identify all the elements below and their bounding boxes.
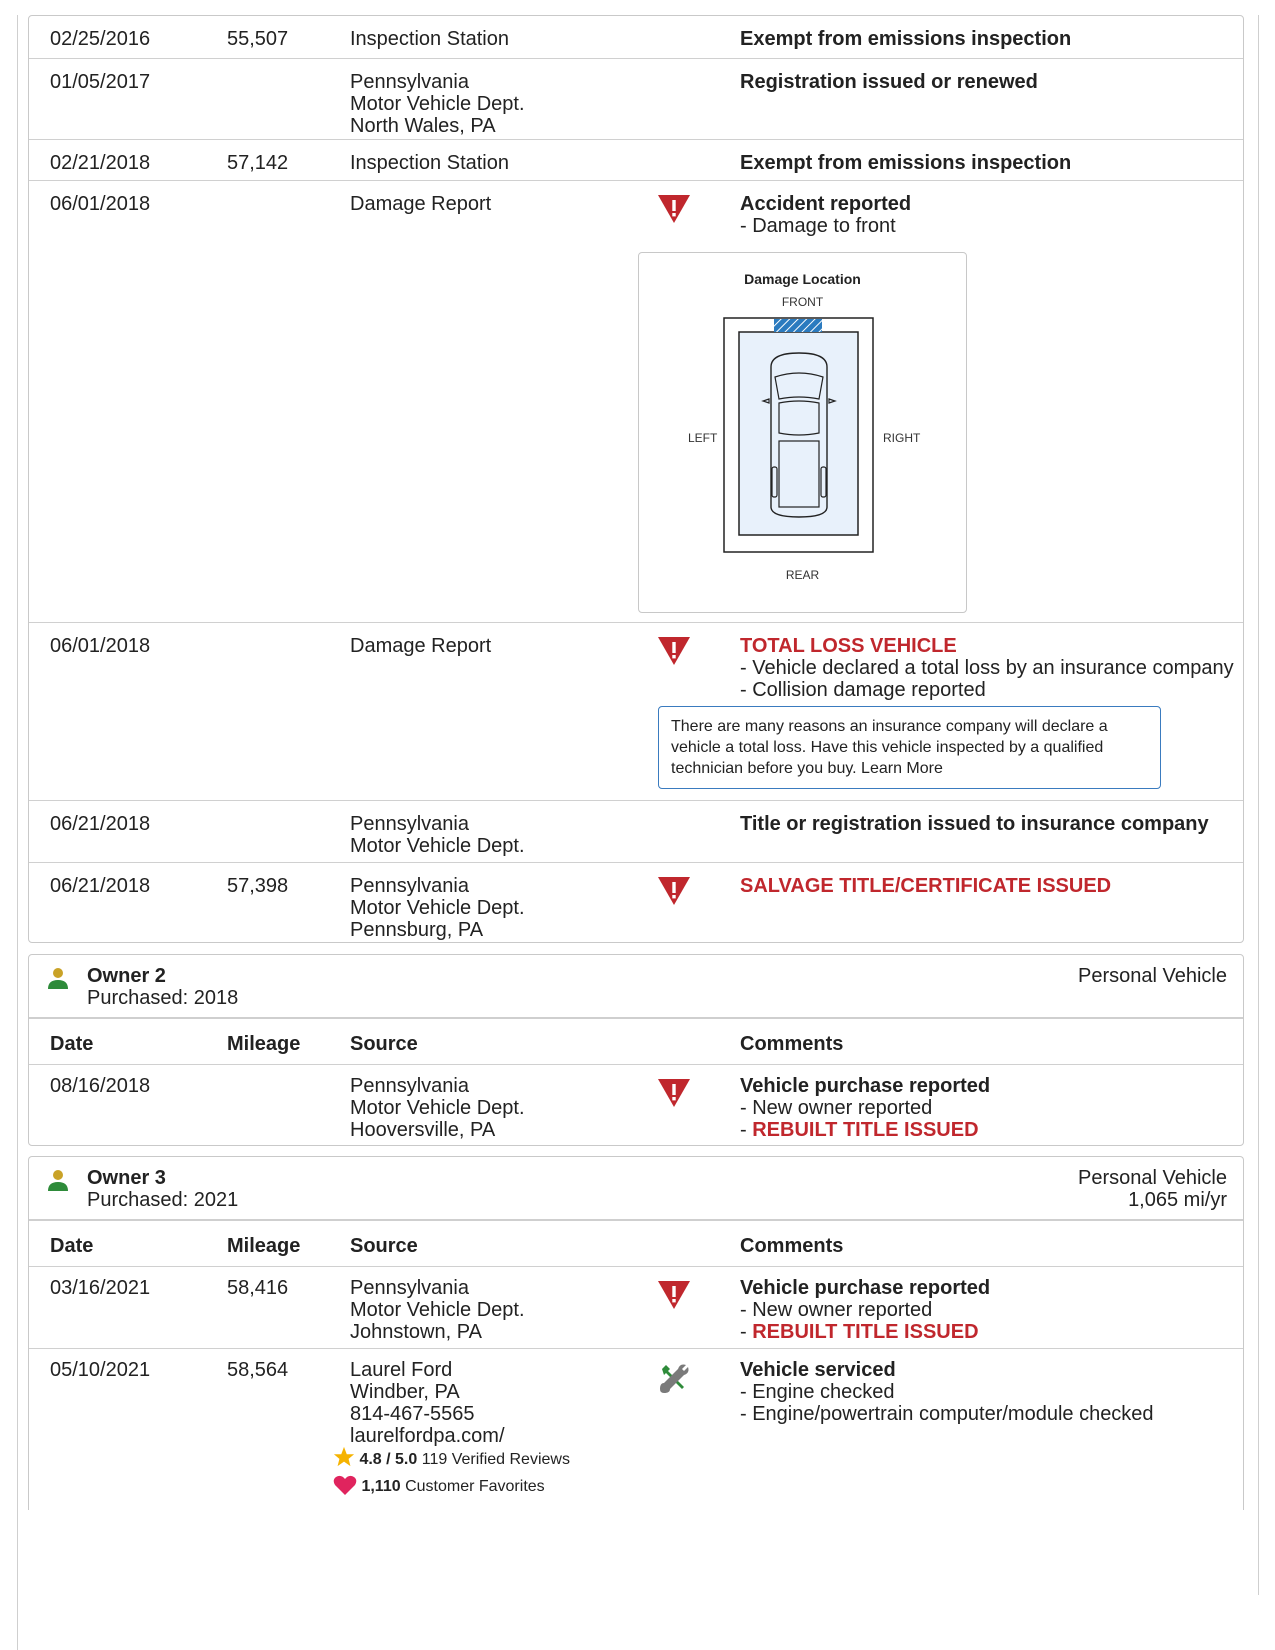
column-header-comments: Comments — [740, 1033, 844, 1055]
table-row: 02/21/2018 57,142 Inspection Station Exe… — [29, 139, 1243, 180]
dealer-phone: 814-467-5565 — [350, 1403, 475, 1425]
record-comment-title: SALVAGE TITLE/CERTIFICATE ISSUED — [740, 875, 1112, 897]
record-comments: Vehicle serviced Engine checked Engine/p… — [740, 1359, 1154, 1425]
warning-triangle-icon — [656, 1279, 692, 1315]
record-source: Pennsylvania Motor Vehicle Dept. Pennsbu… — [350, 875, 525, 941]
page-border-left — [17, 15, 18, 1650]
warning-triangle-icon — [656, 875, 692, 911]
vehicle-use-type: Personal Vehicle — [1078, 965, 1227, 987]
record-date: 03/16/2021 — [50, 1277, 151, 1299]
heart-icon — [333, 1475, 357, 1495]
car-outline-icon — [723, 317, 874, 553]
record-comments: TOTAL LOSS VEHICLE Vehicle declared a to… — [740, 635, 1234, 701]
record-source: Pennsylvania Motor Vehicle Dept. North W… — [350, 71, 525, 137]
column-header-source: Source — [350, 1033, 418, 1055]
record-comment-title: Exempt from emissions inspection — [740, 28, 1072, 50]
record-date: 02/25/2016 — [50, 28, 151, 50]
table-header: Date Mileage Source Comments — [29, 1219, 1243, 1266]
owner3-card: Owner 3 Purchased: 2021 Personal Vehicle… — [28, 1156, 1244, 1510]
record-comment-title: Exempt from emissions inspection — [740, 152, 1072, 174]
dealer-website-link[interactable]: laurelfordpa.com/ — [350, 1425, 505, 1447]
record-mileage: 58,416 — [227, 1277, 289, 1299]
diagram-title: Damage Location — [744, 271, 861, 287]
person-icon — [47, 1169, 69, 1193]
warning-triangle-icon — [656, 1077, 692, 1113]
table-row: 08/16/2018 Pennsylvania Motor Vehicle De… — [29, 1064, 1243, 1146]
column-header-comments: Comments — [740, 1235, 844, 1257]
record-date: 06/01/2018 — [50, 635, 151, 657]
record-source: Pennsylvania Motor Vehicle Dept. Hoovers… — [350, 1075, 525, 1141]
record-mileage: 55,507 — [227, 28, 289, 50]
table-header: Date Mileage Source Comments — [29, 1017, 1243, 1064]
record-date: 02/21/2018 — [50, 152, 151, 174]
owner-title: Owner 2 Purchased: 2018 — [87, 965, 239, 1009]
warning-triangle-icon — [656, 193, 692, 229]
table-row: 06/21/2018 57,398 Pennsylvania Motor Veh… — [29, 862, 1243, 944]
dealer-rating[interactable]: 4.8 / 5.0 119 Verified Reviews — [333, 1446, 570, 1470]
dealer-name: Laurel Ford — [350, 1359, 453, 1381]
record-date: 01/05/2017 — [50, 71, 151, 93]
page-border-right — [1258, 15, 1259, 1595]
record-source: Laurel Ford Windber, PA 814-467-5565 lau… — [350, 1359, 505, 1447]
diagram-right-label: RIGHT — [883, 431, 921, 445]
vehicle-use-type: Personal Vehicle 1,065 mi/yr — [1078, 1167, 1227, 1211]
record-date: 06/21/2018 — [50, 875, 151, 897]
diagram-left-label: LEFT — [688, 431, 718, 445]
wrench-screwdriver-icon — [656, 1361, 692, 1397]
table-row: 06/01/2018 Damage Report Accident report… — [29, 180, 1243, 622]
column-header-mileage: Mileage — [227, 1033, 301, 1055]
record-comments: Accident reported Damage to front — [740, 193, 911, 237]
star-icon — [333, 1446, 355, 1467]
diagram-rear-label: REAR — [785, 568, 820, 582]
dealer-favorites[interactable]: 1,110 Customer Favorites — [333, 1474, 545, 1497]
record-date: 08/16/2018 — [50, 1075, 151, 1097]
record-comment-title: Title or registration issued to insuranc… — [740, 813, 1209, 835]
record-source: Pennsylvania Motor Vehicle Dept. Johnsto… — [350, 1277, 525, 1343]
record-date: 06/21/2018 — [50, 813, 151, 835]
record-date: 05/10/2021 — [50, 1359, 151, 1381]
column-header-date: Date — [50, 1033, 94, 1055]
record-source: Pennsylvania Motor Vehicle Dept. — [350, 813, 525, 857]
record-mileage: 58,564 — [227, 1359, 289, 1381]
table-row: 03/16/2021 58,416 Pennsylvania Motor Veh… — [29, 1266, 1243, 1348]
table-row: 05/10/2021 58,564 Laurel Ford Windber, P… — [29, 1348, 1243, 1511]
damage-location-diagram: Damage Location FRONT LEFT RIGHT REAR — [638, 252, 967, 613]
owner-title: Owner 3 Purchased: 2021 — [87, 1167, 239, 1211]
owner1-history-card: 02/25/2016 55,507 Inspection Station Exe… — [28, 15, 1244, 943]
record-comment-title: Registration issued or renewed — [740, 71, 1038, 93]
record-source: Damage Report — [350, 193, 492, 215]
owner2-card: Owner 2 Purchased: 2018 Personal Vehicle… — [28, 954, 1244, 1146]
table-row: 06/21/2018 Pennsylvania Motor Vehicle De… — [29, 800, 1243, 862]
owner-header: Owner 2 Purchased: 2018 Personal Vehicle — [29, 955, 1243, 1017]
warning-triangle-icon — [656, 635, 692, 671]
record-source: Inspection Station — [350, 152, 509, 174]
owner-header: Owner 3 Purchased: 2021 Personal Vehicle… — [29, 1157, 1243, 1219]
record-comments: Vehicle purchase reported New owner repo… — [740, 1277, 990, 1343]
column-header-source: Source — [350, 1235, 418, 1257]
record-comments: Vehicle purchase reported New owner repo… — [740, 1075, 990, 1141]
column-header-date: Date — [50, 1235, 94, 1257]
record-mileage: 57,142 — [227, 152, 289, 174]
diagram-front-label: FRONT — [781, 295, 824, 309]
damage-front-area — [774, 319, 822, 332]
table-row: 02/25/2016 55,507 Inspection Station Exe… — [29, 16, 1243, 58]
record-source: Damage Report — [350, 635, 492, 657]
record-mileage: 57,398 — [227, 875, 289, 897]
record-source: Inspection Station — [350, 28, 509, 50]
column-header-mileage: Mileage — [227, 1235, 301, 1257]
total-loss-info-box[interactable]: There are many reasons an insurance comp… — [658, 706, 1161, 789]
person-icon — [47, 967, 69, 991]
table-row: 01/05/2017 Pennsylvania Motor Vehicle De… — [29, 58, 1243, 139]
record-date: 06/01/2018 — [50, 193, 151, 215]
